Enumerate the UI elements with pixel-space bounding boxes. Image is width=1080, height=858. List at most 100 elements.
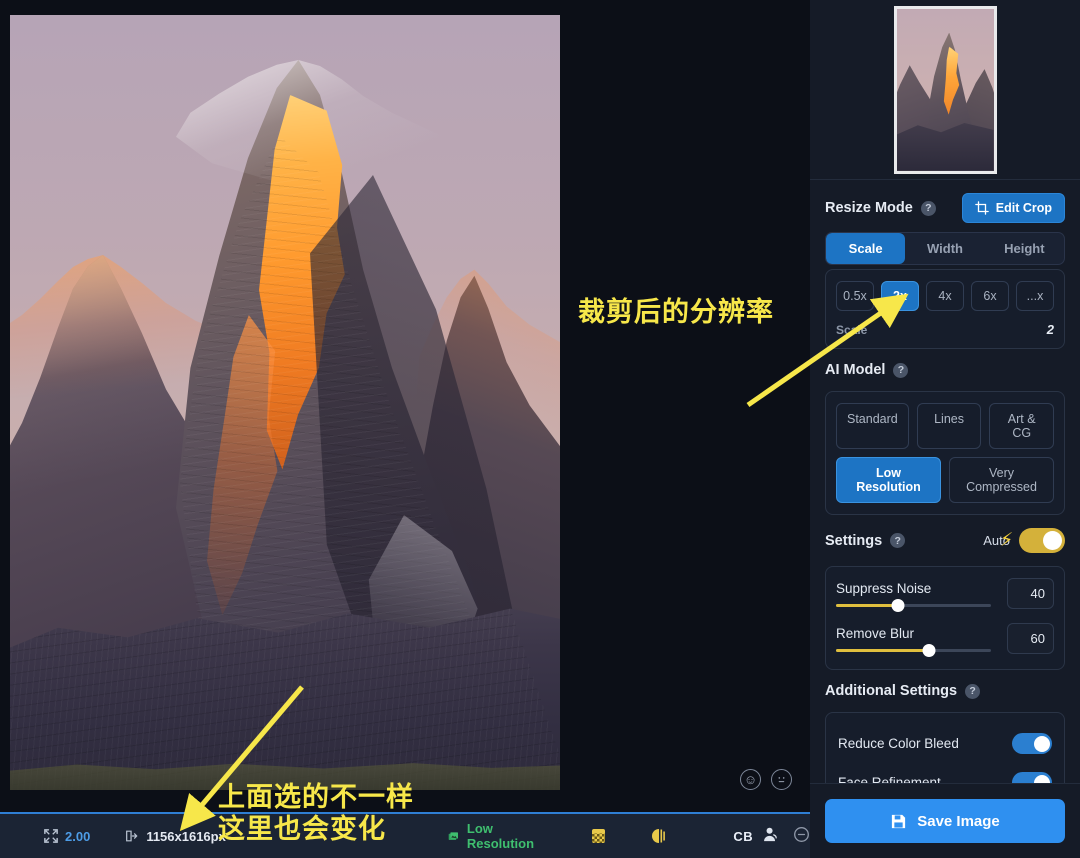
save-image-button[interactable]: Save Image bbox=[825, 799, 1065, 843]
fullscreen-icon bbox=[44, 829, 58, 843]
person-glyph bbox=[762, 826, 779, 843]
save-disk-icon bbox=[890, 813, 907, 830]
scale-chip-4x[interactable]: 4x bbox=[926, 281, 964, 311]
reduce-color-bleed-label: Reduce Color Bleed bbox=[838, 736, 959, 751]
resize-mode-segmented-control[interactable]: Scale Width Height bbox=[825, 232, 1065, 265]
smiley-face-icon[interactable]: ☺ bbox=[740, 769, 761, 790]
status-model-label: Low Resolution bbox=[467, 821, 538, 851]
additional-settings-help-icon[interactable]: ? bbox=[965, 684, 980, 699]
additional-settings-card: Reduce Color Bleed Face Refinement bbox=[825, 712, 1065, 783]
image-canvas[interactable]: ☺ bbox=[0, 0, 810, 812]
additional-settings-section: Additional Settings ? Reduce Color Bleed… bbox=[810, 670, 1080, 783]
ai-model-grid[interactable]: Standard Lines Art & CG Low Resolution V… bbox=[836, 403, 1054, 503]
minus-circle-glyph bbox=[793, 826, 810, 843]
crop-icon bbox=[975, 201, 989, 215]
ai-model-art-cg[interactable]: Art & CG bbox=[989, 403, 1054, 449]
scale-chip-custom[interactable]: ...x bbox=[1016, 281, 1054, 311]
ai-model-card: Standard Lines Art & CG Low Resolution V… bbox=[825, 391, 1065, 515]
reduce-color-bleed-knob bbox=[1034, 736, 1050, 752]
main-photo[interactable] bbox=[10, 15, 560, 790]
face-refinement-row[interactable]: Face Refinement bbox=[836, 763, 1054, 783]
suppress-noise-top: Suppress Noise 40 bbox=[836, 578, 1054, 609]
reduce-color-bleed-toggle[interactable] bbox=[1012, 733, 1052, 754]
scale-chip-2x[interactable]: 2x bbox=[881, 281, 919, 311]
lightning-bolt-icon: ⚡ bbox=[1000, 531, 1013, 550]
face-refinement-toggle[interactable] bbox=[1012, 772, 1052, 783]
preview-thumbnail-area[interactable] bbox=[810, 0, 1080, 180]
ai-model-help-icon[interactable]: ? bbox=[893, 363, 908, 378]
scale-chip-6x[interactable]: 6x bbox=[971, 281, 1009, 311]
settings-help-icon[interactable]: ? bbox=[890, 533, 905, 548]
suppress-noise-fill bbox=[836, 604, 898, 607]
resize-mode-section: Resize Mode ? Edit Crop Scale Width Heig… bbox=[810, 180, 1080, 349]
status-bar: 2.00 1156x1616px Low Resolution bbox=[0, 812, 810, 858]
face-refinement-knob bbox=[1034, 775, 1050, 784]
app-root: ☺ 2.00 1156x1616px bbox=[0, 0, 1080, 858]
person-icon[interactable] bbox=[762, 826, 779, 846]
neutral-face-icon[interactable] bbox=[771, 769, 792, 790]
resize-mode-scale-tab[interactable]: Scale bbox=[826, 233, 905, 264]
zoom-level-value: 2.00 bbox=[65, 829, 90, 844]
auto-toggle-knob bbox=[1043, 531, 1062, 550]
suppress-noise-label: Suppress Noise bbox=[836, 581, 997, 596]
scale-card: 0.5x 2x 4x 6x ...x Scale 2 bbox=[825, 269, 1065, 349]
ai-model-row-2: Low Resolution Very Compressed bbox=[836, 457, 1054, 503]
suppress-noise-value[interactable]: 40 bbox=[1007, 578, 1054, 609]
auto-toggle-group[interactable]: Auto ⚡ bbox=[983, 528, 1065, 553]
minus-circle-icon[interactable] bbox=[793, 826, 810, 846]
resize-mode-help-icon[interactable]: ? bbox=[921, 201, 936, 216]
settings-panel: Resize Mode ? Edit Crop Scale Width Heig… bbox=[810, 0, 1080, 858]
transparency-checker-icon[interactable] bbox=[592, 829, 605, 843]
settings-title: Settings bbox=[825, 533, 882, 549]
save-image-label: Save Image bbox=[917, 813, 1000, 830]
resize-mode-width-tab[interactable]: Width bbox=[905, 233, 984, 264]
preview-thumbnail[interactable] bbox=[894, 6, 997, 174]
reaction-button-group[interactable]: ☺ bbox=[740, 769, 792, 790]
face-refinement-label: Face Refinement bbox=[838, 775, 941, 783]
save-zone: Save Image bbox=[810, 783, 1080, 858]
split-compare-icon[interactable] bbox=[649, 826, 669, 846]
edit-crop-button[interactable]: Edit Crop bbox=[962, 193, 1065, 223]
status-model-indicator[interactable]: Low Resolution bbox=[448, 821, 538, 851]
ai-model-title: AI Model bbox=[825, 362, 885, 378]
auto-toggle[interactable]: ⚡ bbox=[1019, 528, 1065, 553]
ai-model-header: AI Model ? bbox=[825, 349, 1065, 387]
ai-model-standard[interactable]: Standard bbox=[836, 403, 909, 449]
neutral-face-glyph bbox=[775, 773, 788, 786]
suppress-noise-slider-row: Suppress Noise 40 bbox=[836, 578, 1054, 609]
ai-model-lines[interactable]: Lines bbox=[917, 403, 982, 449]
remove-blur-value[interactable]: 60 bbox=[1007, 623, 1054, 654]
reduce-color-bleed-row[interactable]: Reduce Color Bleed bbox=[836, 724, 1054, 763]
additional-settings-title: Additional Settings bbox=[825, 683, 957, 699]
remove-blur-label: Remove Blur bbox=[836, 626, 997, 641]
remove-blur-top: Remove Blur 60 bbox=[836, 623, 1054, 654]
resize-mode-height-tab[interactable]: Height bbox=[985, 233, 1064, 264]
export-dimensions-icon bbox=[124, 829, 139, 843]
remove-blur-knob[interactable] bbox=[923, 644, 936, 657]
resize-mode-title: Resize Mode bbox=[825, 200, 913, 216]
sliders-card: Suppress Noise 40 R bbox=[825, 566, 1065, 670]
image-dimensions-indicator[interactable]: 1156x1616px bbox=[124, 829, 226, 844]
suppress-noise-left: Suppress Noise bbox=[836, 581, 997, 607]
ai-model-section: AI Model ? Standard Lines Art & CG Low R… bbox=[810, 349, 1080, 515]
settings-section: Settings ? Auto ⚡ bbox=[810, 515, 1080, 670]
ai-model-row-1: Standard Lines Art & CG bbox=[836, 403, 1054, 449]
ai-model-very-compressed[interactable]: Very Compressed bbox=[949, 457, 1054, 503]
additional-settings-header: Additional Settings ? bbox=[825, 670, 1065, 708]
ai-model-low-resolution[interactable]: Low Resolution bbox=[836, 457, 941, 503]
scale-value-label: Scale bbox=[836, 323, 867, 337]
remove-blur-track[interactable] bbox=[836, 649, 991, 652]
scale-chip-0-5x[interactable]: 0.5x bbox=[836, 281, 874, 311]
remove-blur-fill bbox=[836, 649, 929, 652]
suppress-noise-knob[interactable] bbox=[892, 599, 905, 612]
color-profile-label[interactable]: CB bbox=[733, 829, 753, 844]
remove-blur-slider-row: Remove Blur 60 bbox=[836, 623, 1054, 654]
split-compare-glyph bbox=[649, 826, 669, 846]
settings-header: Settings ? Auto ⚡ bbox=[825, 515, 1065, 562]
suppress-noise-track[interactable] bbox=[836, 604, 991, 607]
scale-chip-row[interactable]: 0.5x 2x 4x 6x ...x bbox=[836, 281, 1054, 311]
resize-mode-header: Resize Mode ? Edit Crop bbox=[825, 180, 1065, 232]
zoom-level-indicator[interactable]: 2.00 bbox=[44, 829, 90, 844]
image-stack-icon bbox=[448, 829, 459, 844]
scale-value-number[interactable]: 2 bbox=[1047, 322, 1054, 337]
